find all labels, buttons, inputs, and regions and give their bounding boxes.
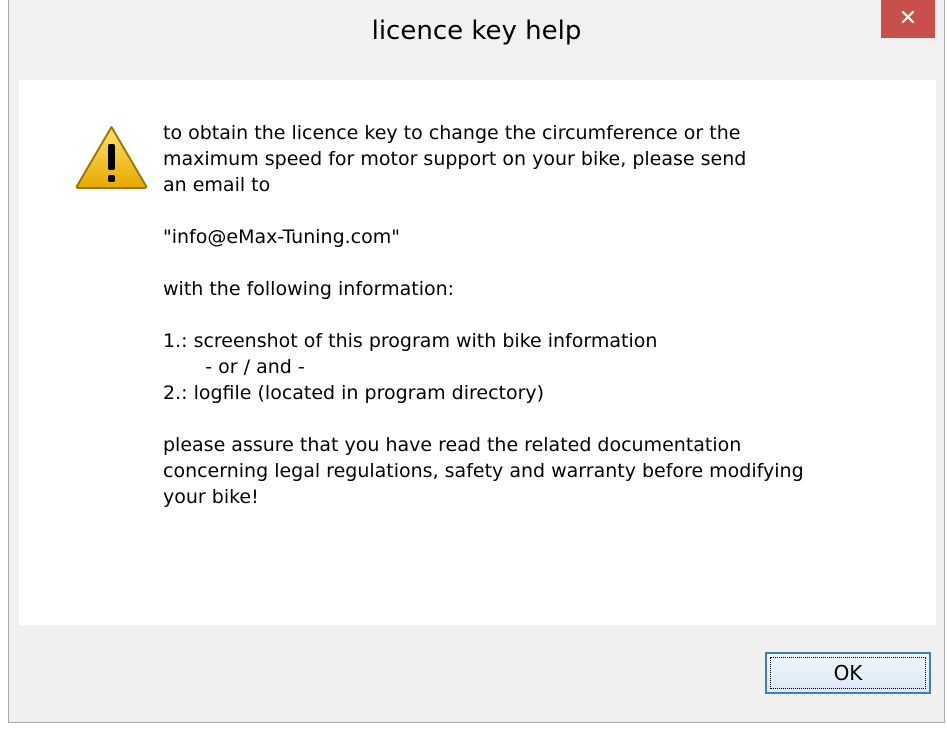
message-line: concerning legal regulations, safety and… (163, 460, 804, 482)
dialog-content: to obtain the licence key to change the … (19, 80, 936, 625)
message-line: an email to (163, 174, 271, 196)
close-icon: ✕ (898, 6, 918, 31)
ok-button-label: OK (833, 661, 863, 685)
message-line: maximum speed for motor support on your … (163, 148, 747, 170)
title-bar[interactable]: licence key help ✕ (9, 0, 944, 80)
message-line (163, 250, 903, 276)
message-line: please assure that you have read the rel… (163, 434, 742, 456)
message-line (163, 302, 903, 328)
message-line: 2.: logfile (located in program director… (163, 382, 545, 404)
message-line (163, 198, 903, 224)
warning-icon (75, 126, 148, 189)
message-line: - or / and - (163, 356, 305, 378)
ok-button[interactable]: OK (765, 652, 931, 694)
message-line: 1.: screenshot of this program with bike… (163, 330, 658, 352)
window-title: licence key help (371, 16, 582, 46)
message-line: your bike! (163, 486, 259, 508)
message-line: with the following information: (163, 278, 455, 300)
message-line (163, 406, 903, 432)
message-line: to obtain the licence key to change the … (163, 122, 741, 144)
button-bar: OK (19, 625, 936, 713)
close-button[interactable]: ✕ (881, 0, 935, 38)
email-address: "info@eMax-Tuning.com" (163, 226, 400, 248)
message-text: to obtain the licence key to change the … (163, 120, 903, 510)
dialog-window: licence key help ✕ to obtain the licence… (8, 0, 945, 723)
